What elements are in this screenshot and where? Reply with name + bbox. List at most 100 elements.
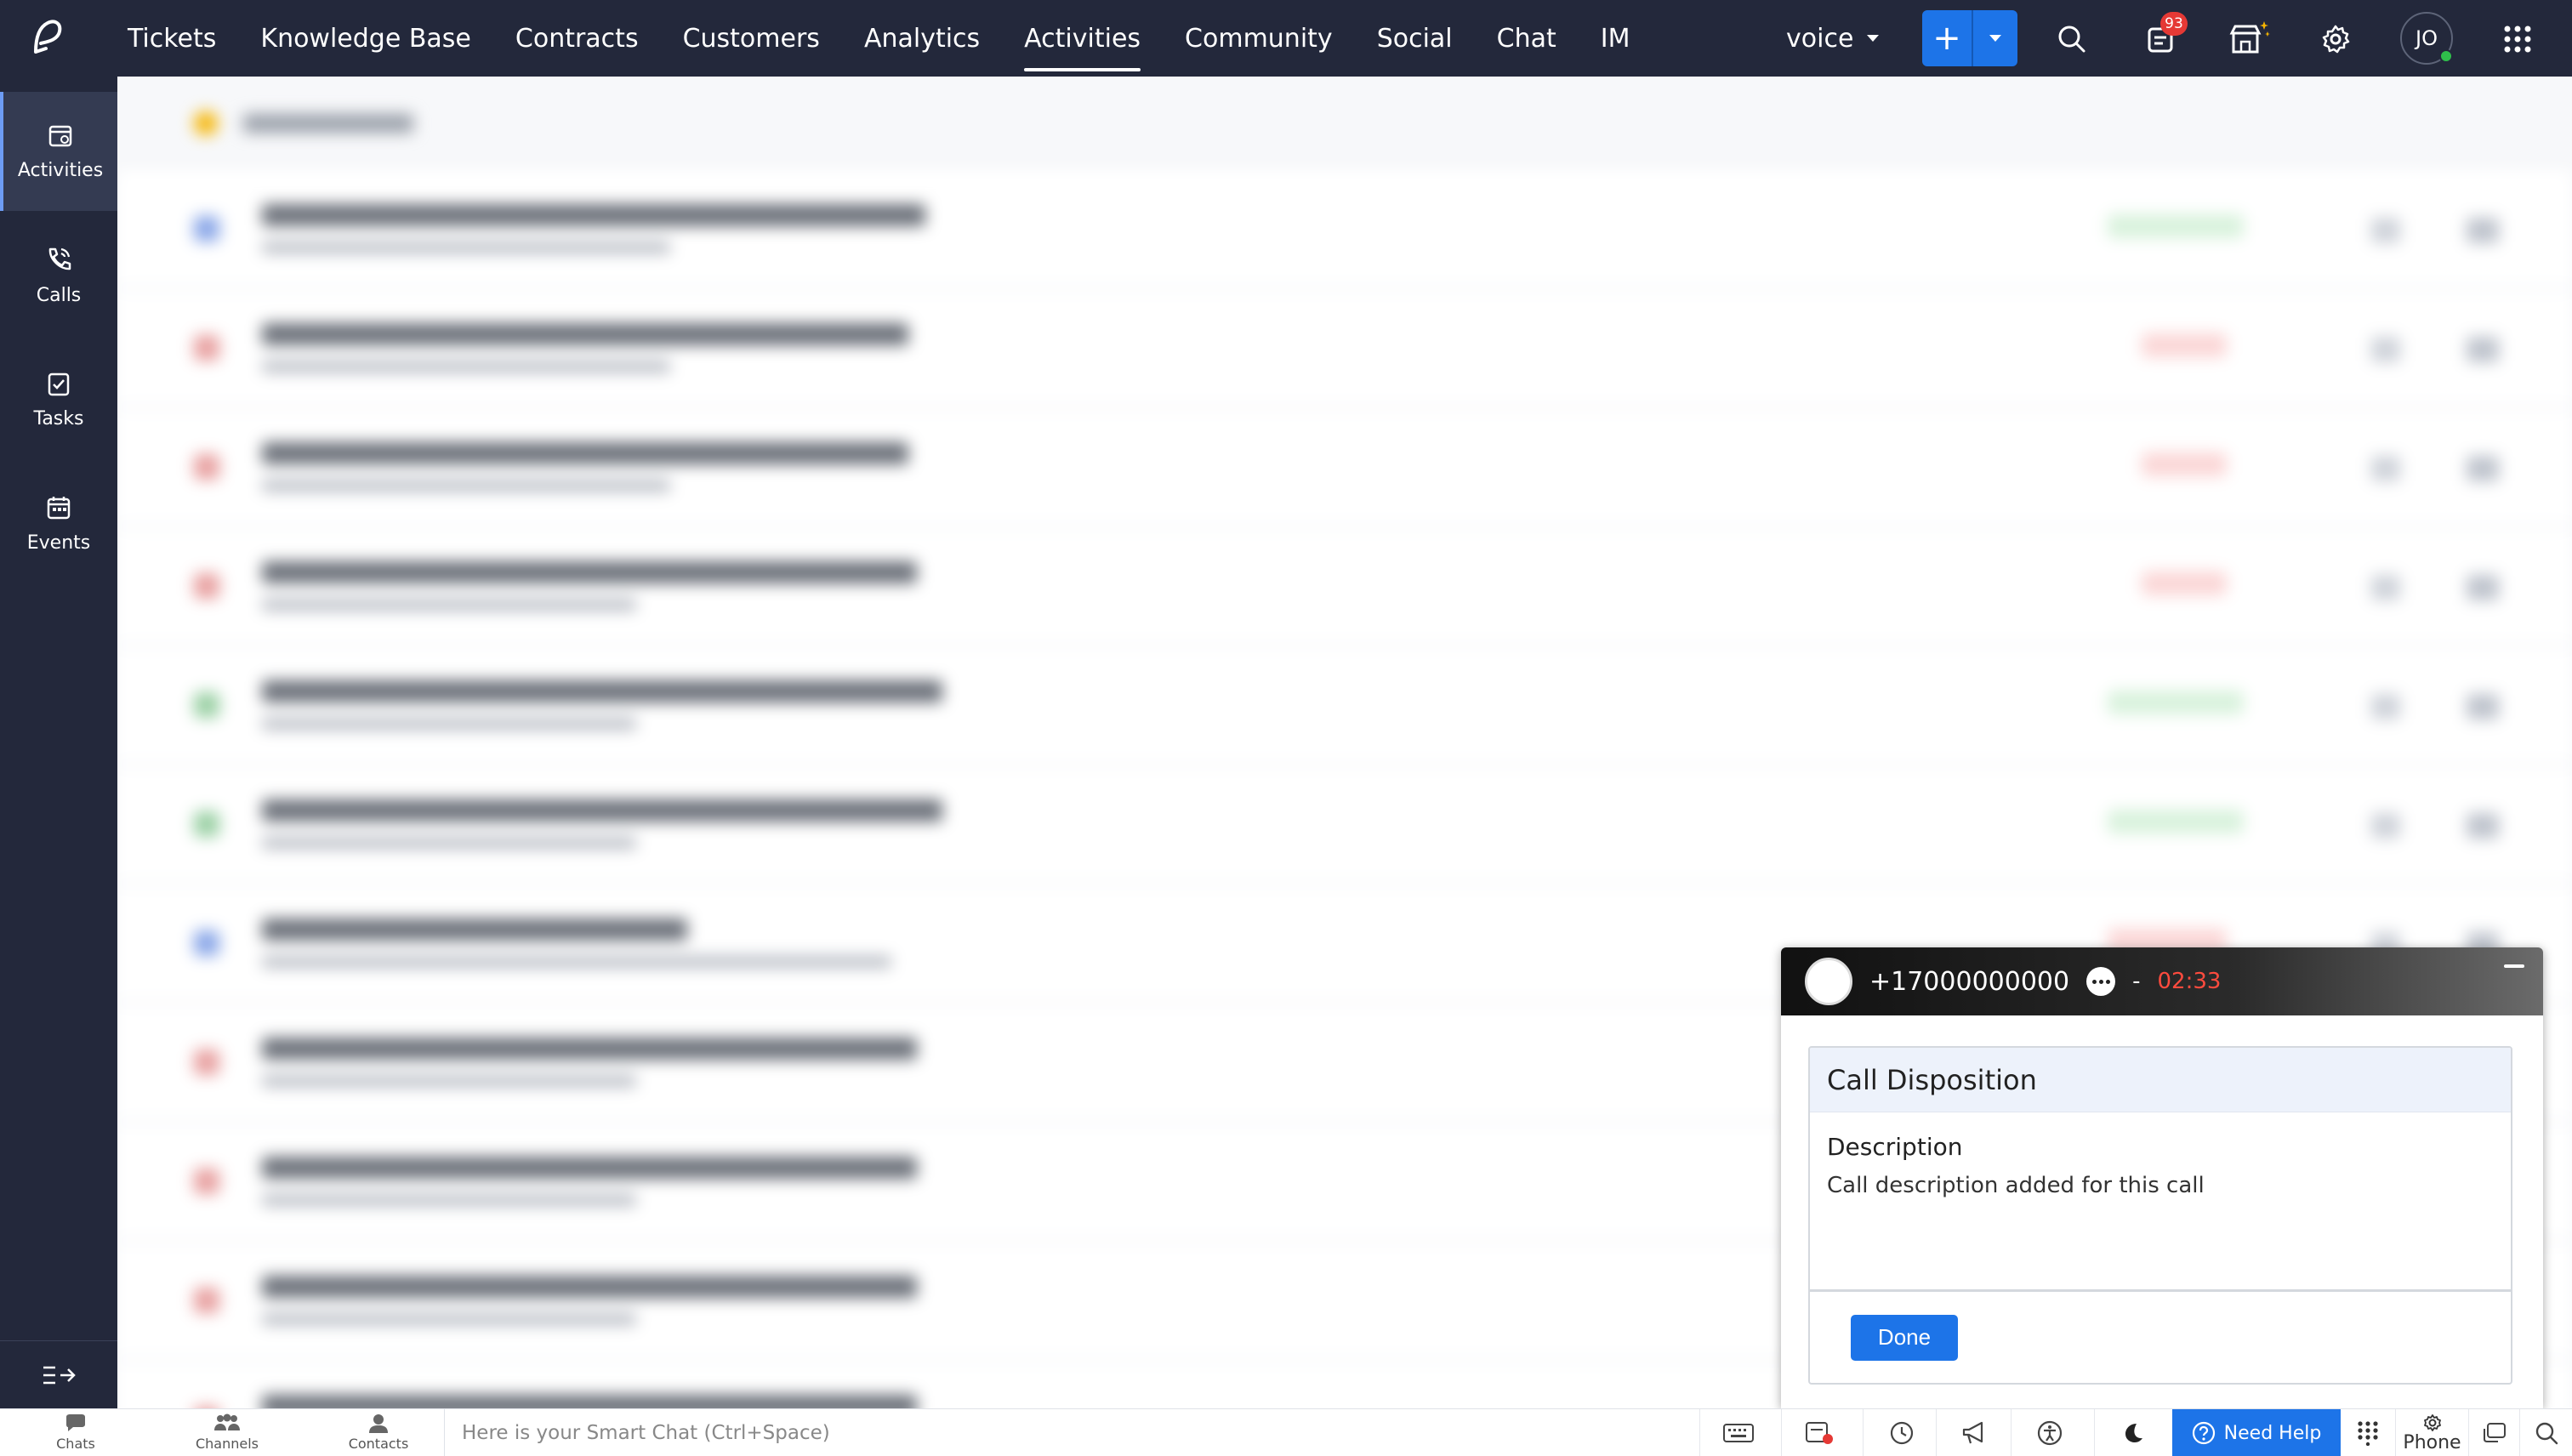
tab-chat[interactable]: Chat [1475, 0, 1579, 77]
row-action-icon[interactable] [2371, 813, 2400, 839]
tab-tickets[interactable]: Tickets [105, 0, 238, 77]
row-action-icon[interactable] [2371, 575, 2400, 600]
table-row[interactable] [117, 408, 2572, 527]
status-badge [2142, 452, 2227, 476]
tab-knowledge-base[interactable]: Knowledge Base [238, 0, 493, 77]
sidebar-item-label: Tasks [33, 407, 84, 429]
activity-type-icon [194, 1169, 219, 1194]
row-more-icon[interactable] [2467, 813, 2499, 839]
announcements-button[interactable] [1936, 1409, 2012, 1456]
department-selector[interactable]: voice [1786, 0, 1880, 77]
sidebar-item-tasks[interactable]: Tasks [0, 340, 117, 459]
row-meta [262, 599, 636, 611]
row-meta [262, 1313, 636, 1325]
chevron-down-icon [1989, 35, 2001, 42]
app-logo[interactable] [0, 0, 95, 77]
recent-notifications-button[interactable] [1781, 1409, 1858, 1456]
row-action-icon[interactable] [2371, 218, 2400, 243]
plus-icon[interactable]: + [1922, 10, 1973, 66]
caller-number: +17000000000 [1869, 966, 2070, 997]
grid-apps-icon [2504, 26, 2531, 53]
call-separator: - [2132, 969, 2141, 994]
table-row[interactable] [117, 170, 2572, 289]
phone-settings-button[interactable]: Phone [2395, 1409, 2468, 1456]
sidebar-item-events[interactable]: Events [0, 464, 117, 583]
notifications-button[interactable]: 93 [2138, 12, 2188, 61]
settings-button[interactable] [2313, 17, 2358, 61]
smart-chat-input[interactable]: Here is your Smart Chat (Ctrl+Space) [444, 1409, 1694, 1456]
table-row[interactable] [117, 289, 2572, 408]
tab-community[interactable]: Community [1163, 0, 1355, 77]
sidebar-item-calls[interactable]: Calls [0, 216, 117, 335]
call-disposition-panel: Call Disposition Description Call descri… [1808, 1046, 2512, 1385]
row-action-icon[interactable] [2371, 456, 2400, 481]
row-action-icon[interactable] [2371, 694, 2400, 719]
history-button[interactable] [1863, 1409, 1939, 1456]
channels-icon [214, 1413, 240, 1430]
list-header [117, 77, 2572, 170]
status-badge [2108, 810, 2244, 833]
minimize-icon[interactable] [2504, 964, 2524, 968]
app-launcher-button[interactable] [2495, 17, 2540, 61]
tab-activities[interactable]: Activities [1002, 0, 1163, 77]
description-text: Call description added for this call [1827, 1173, 2205, 1198]
bottom-tab-chats[interactable]: Chats [0, 1409, 151, 1456]
marketplace-button[interactable] [2227, 17, 2271, 61]
list-view-selector[interactable] [243, 114, 413, 133]
table-row[interactable] [117, 527, 2572, 646]
row-more-icon[interactable] [2467, 575, 2499, 600]
row-title [262, 1038, 917, 1060]
tab-social[interactable]: Social [1355, 0, 1475, 77]
row-title [262, 1157, 917, 1179]
task-check-icon [48, 373, 70, 395]
calendar-activity-icon [48, 125, 72, 146]
user-avatar[interactable]: JO [2400, 12, 2453, 65]
more-options-icon[interactable] [2086, 967, 2116, 996]
sidebar-item-label: Activities [17, 159, 104, 181]
tab-analytics[interactable]: Analytics [842, 0, 1002, 77]
need-help-button[interactable]: Need Help [2172, 1409, 2341, 1456]
search-icon [2535, 1422, 2558, 1445]
call-timer: 02:33 [2157, 969, 2222, 994]
search-icon [2058, 26, 2085, 53]
sidebar-collapse-button[interactable] [0, 1340, 117, 1408]
tab-contracts[interactable]: Contracts [493, 0, 661, 77]
global-search-button[interactable] [2519, 1409, 2572, 1456]
row-more-icon[interactable] [2467, 456, 2499, 481]
tab-customers[interactable]: Customers [661, 0, 842, 77]
gear-icon [2423, 1413, 2441, 1431]
sidebar-item-activities[interactable]: Activities [0, 92, 117, 211]
row-action-icon[interactable] [2371, 337, 2400, 362]
new-item-dropdown-button[interactable] [1973, 10, 2017, 66]
table-row[interactable] [117, 765, 2572, 884]
row-meta [262, 361, 670, 373]
help-icon [2192, 1421, 2215, 1445]
tab-im[interactable]: IM [1579, 0, 1653, 77]
phone-icon [48, 247, 71, 270]
sidebar-item-label: Calls [36, 284, 82, 306]
row-title [262, 1395, 917, 1408]
status-badge [2142, 572, 2227, 595]
table-row[interactable] [117, 646, 2572, 765]
bottom-tab-channels[interactable]: Channels [151, 1409, 303, 1456]
module-tabs: Tickets Knowledge Base Contracts Custome… [105, 0, 1652, 77]
call-disposition-title: Call Disposition [1810, 1048, 2511, 1112]
search-button[interactable] [2050, 17, 2094, 61]
bottom-tab-contacts[interactable]: Contacts [303, 1409, 454, 1456]
megaphone-icon [1962, 1421, 1983, 1444]
row-more-icon[interactable] [2467, 337, 2499, 362]
done-button[interactable]: Done [1851, 1314, 1958, 1361]
new-item-button[interactable]: + [1922, 10, 2017, 66]
activity-type-icon [194, 335, 219, 361]
row-meta [262, 956, 891, 968]
dialpad-button[interactable] [2341, 1409, 2395, 1456]
calendar-icon [47, 496, 71, 519]
bottom-tab-label: Contacts [348, 1436, 409, 1452]
accessibility-button[interactable] [2011, 1409, 2087, 1456]
row-more-icon[interactable] [2467, 694, 2499, 719]
department-label: voice [1786, 23, 1854, 54]
row-more-icon[interactable] [2467, 218, 2499, 243]
chat-window-button[interactable] [2468, 1409, 2519, 1456]
keyboard-shortcuts-button[interactable] [1699, 1409, 1776, 1456]
dark-mode-toggle[interactable] [2094, 1409, 2171, 1456]
